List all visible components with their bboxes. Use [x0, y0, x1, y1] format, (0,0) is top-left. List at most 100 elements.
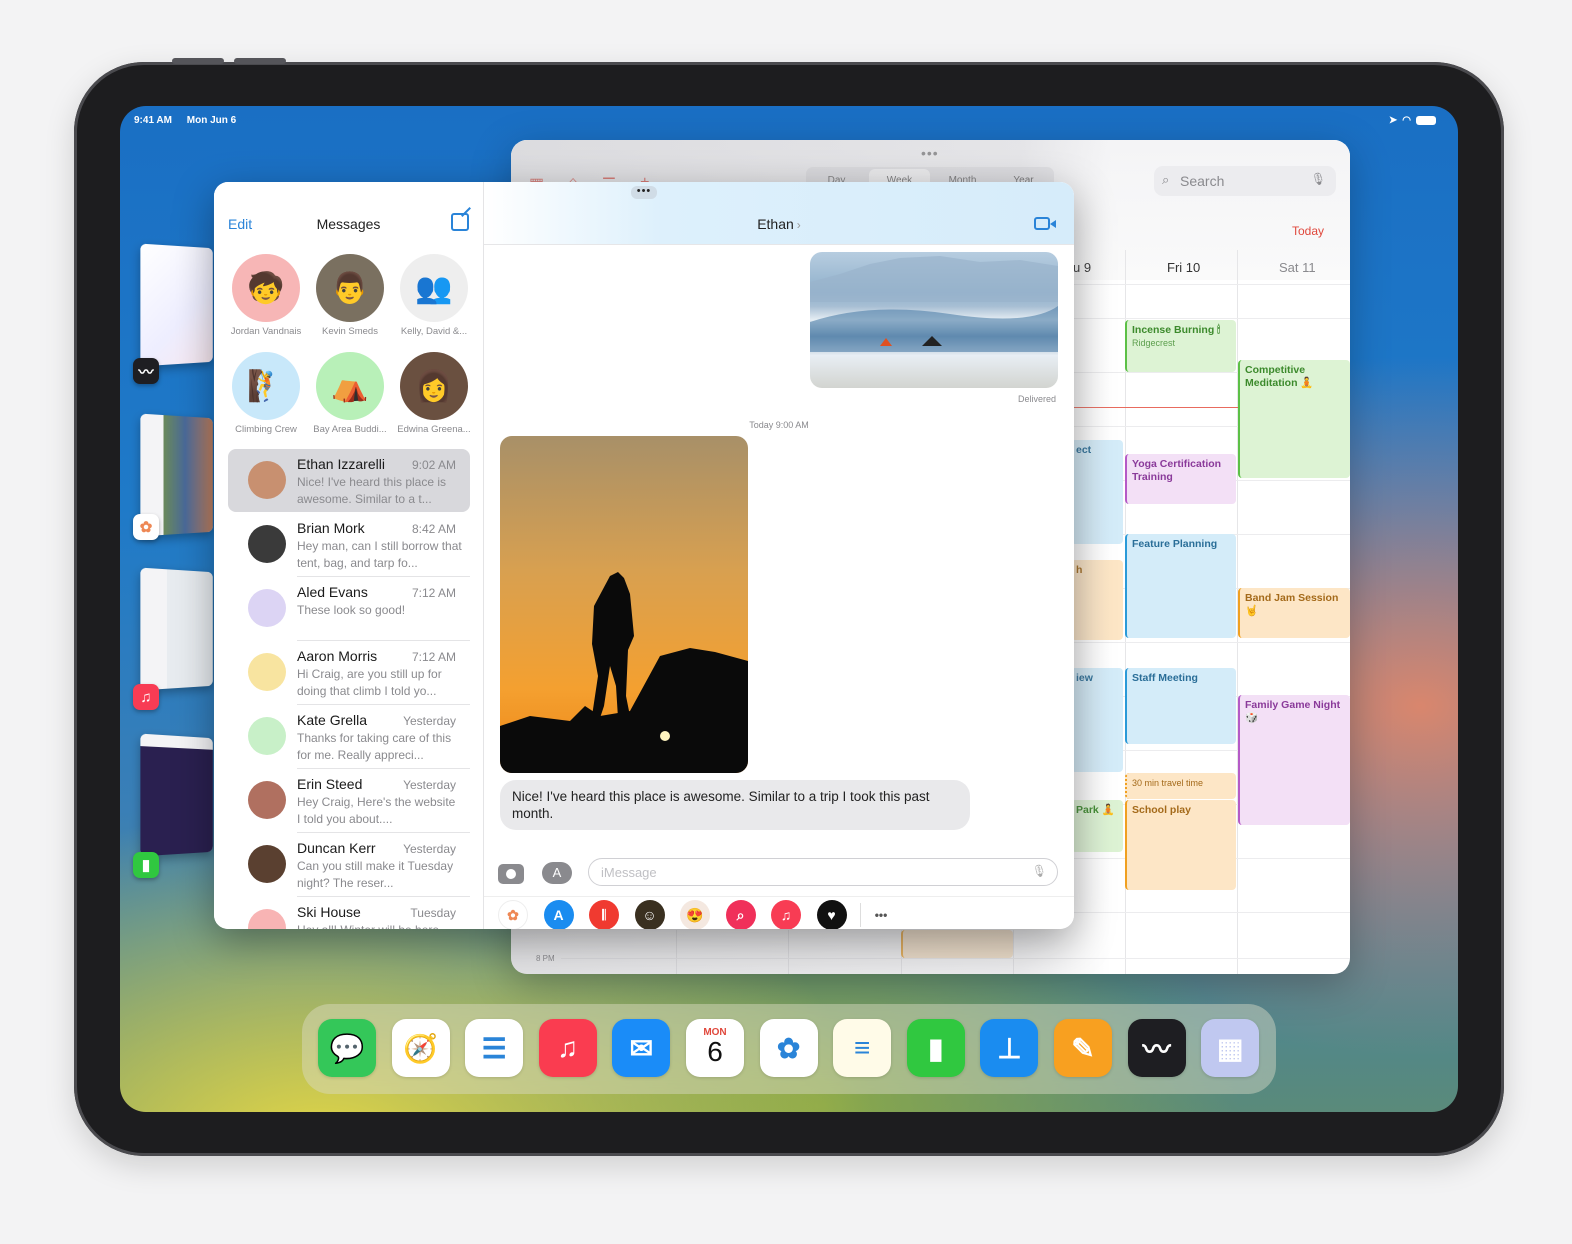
delivered-status: Delivered	[1017, 394, 1056, 404]
event-school-play[interactable]: School play	[1125, 800, 1236, 890]
music-app-icon[interactable]: ♫	[771, 900, 801, 929]
search-icon: ⌕	[1162, 172, 1170, 187]
stage-procreate[interactable]	[140, 243, 213, 367]
pinned-conversation-name: Kelly, David &...	[400, 326, 468, 337]
memoji-stickers-app-icon[interactable]: 😍	[680, 900, 710, 929]
event-feature-planning[interactable]: Feature Planning	[1125, 534, 1236, 638]
pinned-conversation[interactable]: ⛺	[316, 352, 384, 420]
avatar	[248, 845, 286, 883]
pinned-conversation-name: Edwina Greena...	[397, 424, 471, 435]
conversation-row[interactable]: Aaron Morris 7:12 AM Hi Craig, are you sti…	[228, 641, 470, 705]
audio-message-app-icon[interactable]: 𝄃	[589, 900, 619, 929]
chevron-right-icon: ›	[796, 218, 801, 232]
conversation-preview: Hey man, can I still borrow that tent, b…	[297, 539, 462, 570]
pinned-conversation[interactable]: 👩	[400, 352, 468, 420]
avatar	[248, 909, 286, 929]
more-apps-button[interactable]: •••	[866, 900, 896, 929]
day-header: Fri 10	[1167, 260, 1201, 275]
pinned-conversation[interactable]: 🧗	[232, 352, 300, 420]
wifi-icon: ◠	[1402, 114, 1411, 126]
dock-reminders-icon[interactable]: ☰	[465, 1019, 524, 1077]
conversation-name: Aled Evans	[297, 584, 368, 600]
memoji-app-icon[interactable]: ☺	[634, 900, 665, 929]
pinned-conversation-name: Jordan Vandnais	[230, 326, 302, 337]
compose-bar: A iMessage 🎙	[484, 858, 1074, 892]
dock-messages-icon[interactable]: 💬	[318, 1019, 376, 1077]
pinned-conversation[interactable]: 👥	[400, 254, 468, 322]
dock-pages-icon[interactable]: ✎	[1054, 1019, 1112, 1077]
digital-touch-app-icon[interactable]: ♥	[816, 900, 847, 929]
app-store-icon[interactable]: A	[542, 862, 572, 884]
conversation-row[interactable]: Aled Evans 7:12 AM These look so good!	[228, 577, 470, 641]
pinned-conversation[interactable]: 🧒	[232, 254, 300, 322]
conversation-row[interactable]: Ethan Izzarelli 9:02 AM Nice! I've heard t…	[228, 449, 470, 512]
conversation-preview: Nice! I've heard this place is awesome. …	[297, 475, 447, 506]
window-grab-handle[interactable]: •••	[631, 186, 657, 199]
app-store-app-icon[interactable]: A	[543, 900, 574, 929]
volume-button	[172, 58, 224, 64]
conversation-name: Brian Mork	[297, 520, 365, 536]
images-search-app-icon[interactable]: ⌕	[725, 900, 756, 929]
dock: 💬 🧭 ☰ ♫ ✉ MON 6 ✿ ≡ ▮ ⊥ ✎ 〰 ▦	[302, 1004, 1276, 1094]
avatar	[248, 781, 286, 819]
conversation-row[interactable]: Kate Grella Yesterday Thanks for taking ca…	[228, 705, 470, 769]
dock-music-icon[interactable]: ♫	[538, 1019, 597, 1077]
conversation-name: Aaron Morris	[297, 648, 378, 664]
pinned-conversation[interactable]: 👨	[316, 254, 384, 322]
received-photo-silhouette[interactable]	[500, 436, 748, 773]
message-timestamp: Today 9:00 AM	[749, 420, 809, 430]
dock-mail-icon[interactable]: ✉	[612, 1019, 671, 1077]
dock-photos-icon[interactable]: ✿	[759, 1019, 818, 1077]
dock-notes-icon[interactable]: ≡	[833, 1019, 892, 1077]
conversation-name: Kate Grella	[297, 712, 368, 728]
pinned-conversation-name: Climbing Crew	[235, 424, 297, 435]
event-yoga-certification[interactable]: Yoga Certification Training	[1125, 454, 1236, 504]
procreate-icon: 〰	[133, 358, 159, 384]
event-travel-time[interactable]: 30 min travel time	[1125, 773, 1236, 799]
dock-keynote-icon[interactable]: ⊥	[980, 1019, 1039, 1077]
event-band-jam-session[interactable]: Band Jam Session 🤘	[1238, 588, 1350, 638]
event-incense-burning[interactable]: Incense Burning 🕯 Ridgecrest	[1125, 320, 1236, 372]
calendar-search-input[interactable]: ⌕ Search 🎙	[1154, 166, 1336, 196]
ipad-screen: 9:41 AM Mon Jun 6 ➤ ◠ 〰 ✿ ♫ ▮ ••• ▦ ⌂ ☰ …	[120, 106, 1458, 1112]
event-family-game-night[interactable]: Family Game Night 🎲	[1238, 695, 1350, 825]
dock-calendar-icon[interactable]: MON 6	[686, 1019, 744, 1077]
dock-app-library-icon[interactable]: ▦	[1201, 1019, 1260, 1077]
dock-procreate-icon[interactable]: 〰	[1127, 1019, 1186, 1077]
microphone-icon[interactable]: 🎙	[1032, 864, 1047, 878]
conversation-preview: Hey Craig, Here's the website I told you…	[297, 795, 456, 826]
photos-app-icon[interactable]: ✿	[498, 900, 528, 929]
imessage-input[interactable]: iMessage 🎙	[588, 858, 1058, 886]
event-competitive-meditation[interactable]: Competitive Meditation 🧘	[1238, 360, 1350, 478]
photos-icon: ✿	[133, 514, 159, 540]
strip-divider	[860, 903, 861, 927]
conversation-time: Yesterday	[403, 778, 456, 792]
conversation-row[interactable]: Erin Steed Yesterday Hey Craig, Here's the…	[228, 769, 470, 833]
conversation-name: Duncan Kerr	[297, 840, 376, 856]
received-message-bubble: Nice! I've heard this place is awesome. …	[500, 780, 970, 830]
conversation-time: 7:12 AM	[411, 650, 456, 664]
conversation-row[interactable]: Brian Mork 8:42 AM Hey man, can I still bo…	[228, 513, 470, 577]
status-time: 9:41 AM	[134, 114, 172, 126]
conversation-time: Yesterday	[403, 842, 456, 856]
conversation-row[interactable]: Duncan Kerr Yesterday Can you still make i…	[228, 833, 470, 897]
event-staff-meeting[interactable]: Staff Meeting	[1125, 668, 1236, 744]
contact-name-button[interactable]: Ethan ›	[484, 216, 1074, 232]
microphone-icon[interactable]: 🎙	[1311, 172, 1326, 186]
compose-icon[interactable]	[451, 213, 469, 231]
calendar-day-number: 6	[707, 1035, 723, 1067]
sent-photo-dunes[interactable]	[810, 252, 1058, 388]
camera-icon[interactable]	[498, 864, 524, 884]
conversation-row[interactable]: Ski House Tuesday Hey all! Winter will be …	[228, 897, 470, 929]
video-call-icon[interactable]	[1034, 217, 1056, 230]
pinned-conversation-name: Kevin Smeds	[322, 326, 378, 337]
conversation-time: 7:12 AM	[411, 586, 456, 600]
dock-safari-icon[interactable]: 🧭	[391, 1019, 450, 1077]
conversation-preview: Can you still make it Tuesday night? The…	[297, 859, 454, 890]
stage-music[interactable]	[140, 567, 213, 691]
today-button[interactable]: Today	[1292, 224, 1324, 238]
dock-numbers-icon[interactable]: ▮	[906, 1019, 965, 1077]
stage-numbers[interactable]	[140, 733, 213, 857]
time-label: 8 PM	[536, 954, 555, 963]
sidebar-title: Messages	[316, 216, 381, 232]
